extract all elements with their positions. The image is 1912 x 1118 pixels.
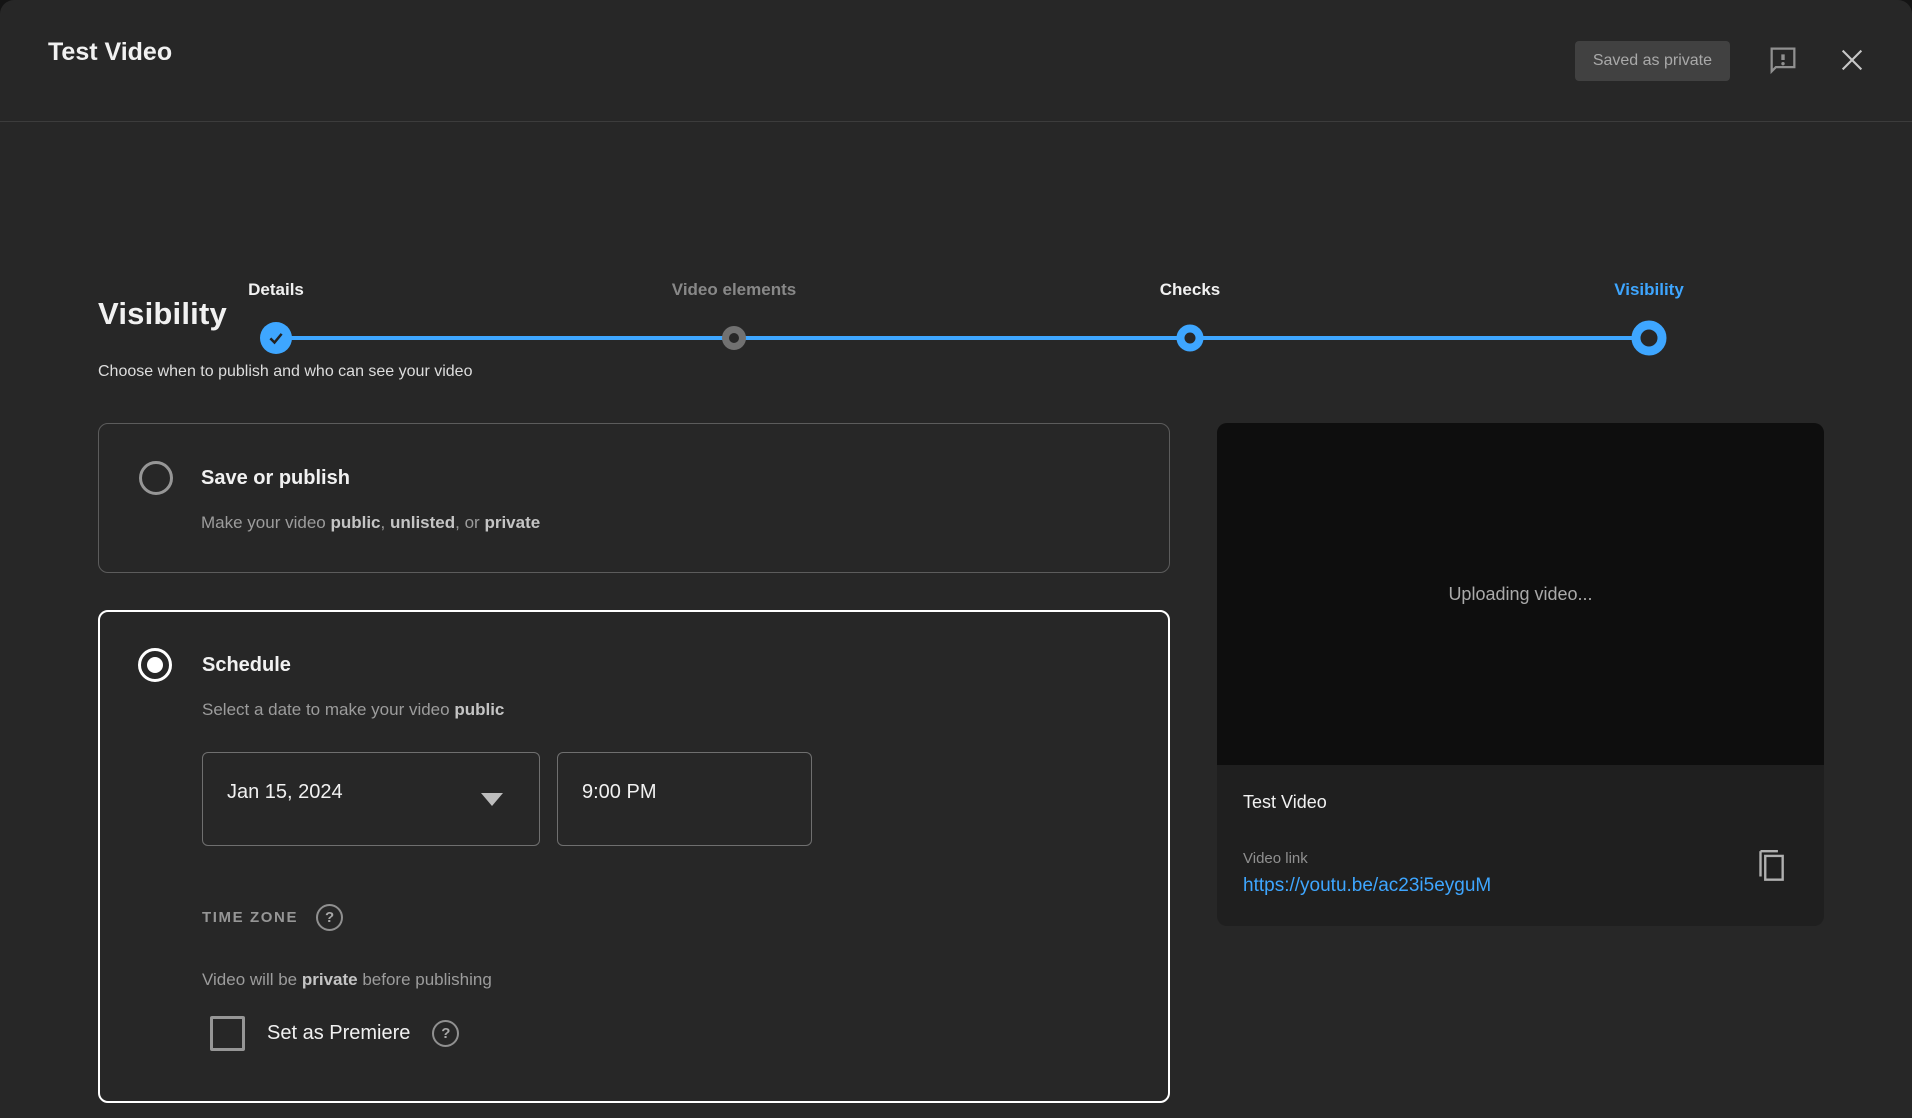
close-button[interactable] [1836, 44, 1868, 79]
date-value: Jan 15, 2024 [227, 781, 343, 804]
step-label-checks[interactable]: Checks [1160, 280, 1220, 300]
private-before-publishing-note: Video will be private before publishing [202, 970, 492, 990]
date-dropdown[interactable]: Jan 15, 2024 [202, 752, 540, 846]
timezone-row: TIME ZONE ? [202, 904, 343, 931]
upload-dialog: Test Video Saved as private [0, 0, 1912, 1118]
timezone-label: TIME ZONE [202, 909, 298, 926]
video-link-url[interactable]: https://youtu.be/ac23i5eyguM [1243, 875, 1491, 897]
upload-stepper: Details Video elements Checks Visibility [0, 122, 1912, 252]
premiere-row: Set as Premiere ? [210, 1016, 459, 1051]
time-value: 9:00 PM [582, 781, 656, 804]
option-description-save-or-publish: Make your video public, unlisted, or pri… [201, 513, 540, 533]
option-card-schedule[interactable]: Schedule Select a date to make your vide… [98, 610, 1170, 1103]
step-circle-video-elements[interactable] [722, 326, 746, 350]
timezone-help-icon[interactable]: ? [316, 904, 343, 931]
option-description-schedule: Select a date to make your video public [202, 700, 504, 720]
video-preview-panel: Uploading video... Test Video Video link… [1217, 423, 1824, 926]
premiere-checkbox[interactable] [210, 1016, 245, 1051]
copy-icon [1751, 876, 1789, 891]
chevron-down-icon [481, 793, 503, 806]
step-label-details[interactable]: Details [248, 280, 304, 300]
feedback-icon [1766, 43, 1800, 80]
step-circle-checks[interactable] [1177, 325, 1204, 352]
stepper-connector-line [276, 336, 1649, 340]
video-player-area: Uploading video... [1217, 423, 1824, 765]
page-subtitle: Choose when to publish and who can see y… [98, 363, 472, 381]
premiere-help-icon[interactable]: ? [432, 1020, 459, 1047]
feedback-button[interactable] [1766, 43, 1800, 80]
copy-link-button[interactable] [1750, 846, 1790, 890]
step-circle-details-check-icon[interactable] [260, 322, 292, 354]
radio-save-or-publish[interactable] [139, 461, 173, 495]
dialog-title: Test Video [48, 38, 172, 67]
preview-video-title: Test Video [1243, 792, 1327, 813]
page-title: Visibility [98, 296, 227, 332]
close-icon [1836, 44, 1868, 79]
option-title-schedule: Schedule [202, 654, 291, 677]
step-label-visibility[interactable]: Visibility [1614, 280, 1684, 300]
radio-schedule[interactable] [138, 648, 172, 682]
upload-status-text: Uploading video... [1448, 584, 1592, 605]
step-label-video-elements[interactable]: Video elements [672, 280, 796, 300]
option-title-save-or-publish: Save or publish [201, 467, 350, 490]
time-field[interactable]: 9:00 PM [557, 752, 812, 846]
step-circle-visibility[interactable] [1632, 321, 1667, 356]
video-link-label: Video link [1243, 850, 1308, 867]
status-badge: Saved as private [1575, 41, 1730, 81]
option-card-save-or-publish[interactable]: Save or publish Make your video public, … [98, 423, 1170, 573]
premiere-label: Set as Premiere [267, 1022, 410, 1045]
dialog-header: Test Video Saved as private [0, 0, 1912, 122]
